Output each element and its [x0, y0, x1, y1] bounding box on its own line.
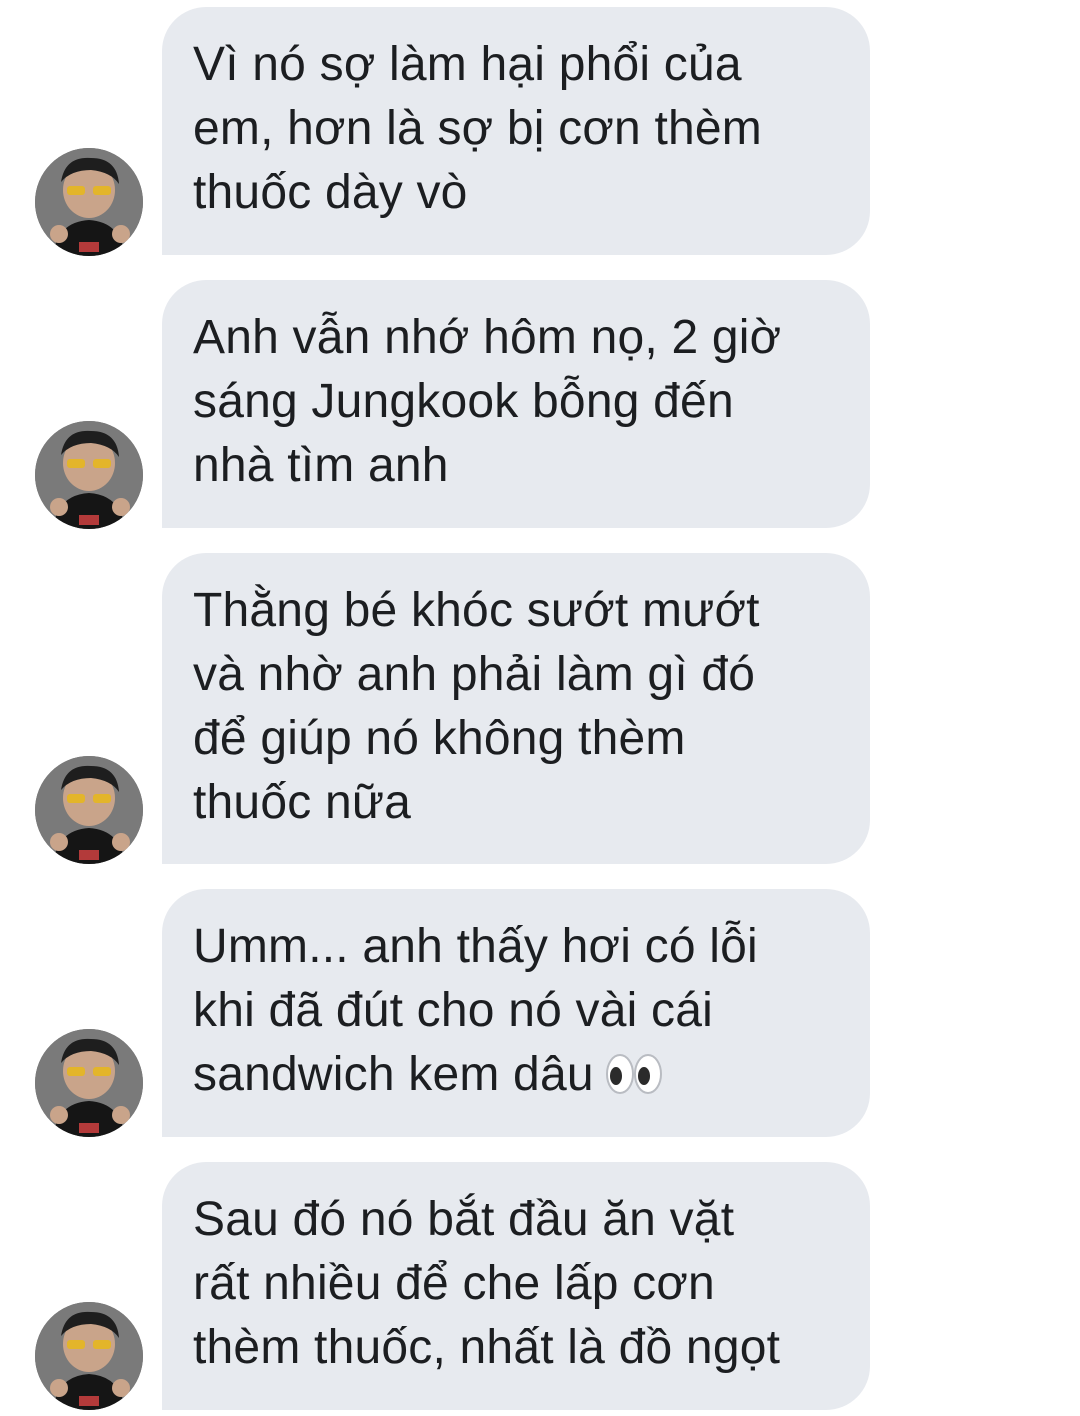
- message-text-line: thuốc dày vò: [193, 166, 468, 219]
- sender-avatar[interactable]: [35, 421, 143, 529]
- message-thread: Vì nó sợ làm hại phổi của em, hơn là sợ …: [0, 0, 1080, 1416]
- message-text-line: và nhờ anh phải làm gì đó: [193, 648, 756, 701]
- message-text-line: rất nhiều để che lấp cơn: [193, 1257, 715, 1310]
- message-text-line: Anh vẫn nhớ hôm nọ, 2 giờ: [193, 311, 782, 364]
- message-text-line: Vì nó sợ làm hại phổi của: [193, 38, 742, 91]
- message-text-line: để giúp nó không thèm: [193, 712, 686, 765]
- avatar-photo-icon: [35, 1029, 143, 1137]
- message-text-line: thuốc nữa: [193, 776, 412, 829]
- message-bubble[interactable]: Vì nó sợ làm hại phổi của em, hơn là sợ …: [162, 7, 870, 255]
- message-text-line: Sau đó nó bắt đầu ăn vặt: [193, 1193, 735, 1246]
- message-text-line: em, hơn là sợ bị cơn thèm: [193, 102, 762, 155]
- message-bubble[interactable]: Sau đó nó bắt đầu ăn vặt rất nhiều để ch…: [162, 1162, 870, 1410]
- avatar-photo-icon: [35, 421, 143, 529]
- message-text-line: sandwich kem dâu: [193, 1043, 840, 1113]
- message-text-segment: sandwich kem dâu: [193, 1048, 594, 1101]
- avatar-photo-icon: [35, 148, 143, 256]
- sender-avatar[interactable]: [35, 1029, 143, 1137]
- avatar-photo-icon: [35, 1302, 143, 1410]
- message-bubble[interactable]: Thằng bé khóc sướt mướt và nhờ anh phải …: [162, 553, 870, 864]
- avatar-photo-icon: [35, 756, 143, 864]
- message-text-line: nhà tìm anh: [193, 439, 449, 492]
- message-text-line: thèm thuốc, nhất là đồ ngọt: [193, 1321, 781, 1374]
- message-text-line: Thằng bé khóc sướt mướt: [193, 584, 760, 637]
- eyes-emoji-icon: [604, 1049, 664, 1113]
- message-text-line: Umm... anh thấy hơi có lỗi: [193, 920, 758, 973]
- message-bubble[interactable]: Anh vẫn nhớ hôm nọ, 2 giờ sáng Jungkook …: [162, 280, 870, 528]
- sender-avatar[interactable]: [35, 756, 143, 864]
- sender-avatar[interactable]: [35, 148, 143, 256]
- message-bubble[interactable]: Umm... anh thấy hơi có lỗi khi đã đút ch…: [162, 889, 870, 1137]
- sender-avatar[interactable]: [35, 1302, 143, 1410]
- message-text-line: khi đã đút cho nó vài cái: [193, 984, 713, 1037]
- message-text-line: sáng Jungkook bỗng đến: [193, 375, 734, 428]
